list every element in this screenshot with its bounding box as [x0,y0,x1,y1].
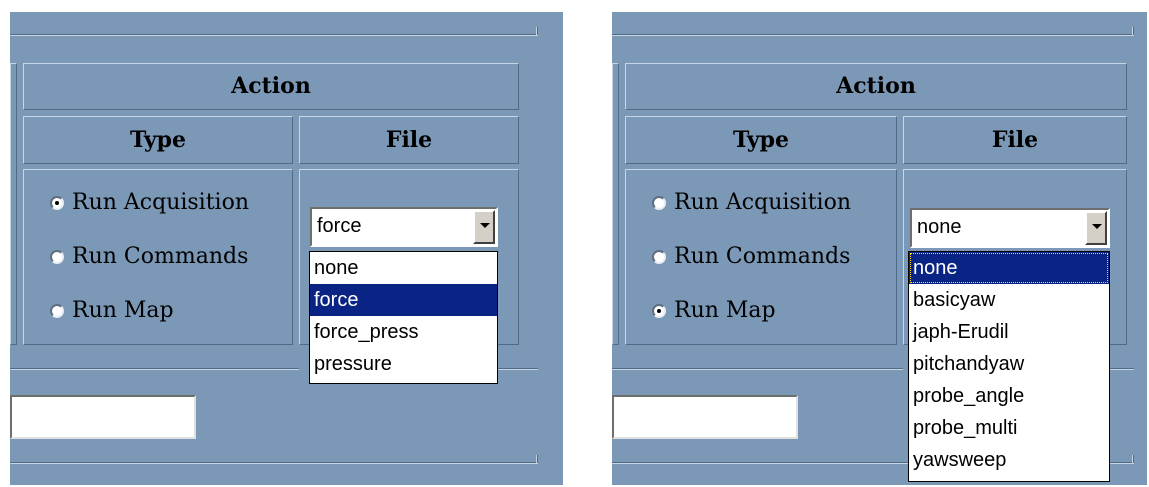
form-panel-right: Action Type File Run Acquisition Run Com… [612,12,1147,485]
file-select[interactable]: force [310,207,498,247]
filename-input[interactable] [10,395,196,439]
radio-run-commands[interactable]: Run Commands [50,244,248,269]
table-edge-cell [612,63,619,345]
file-dropdown-list[interactable]: none basicyaw japh-Erudil pitchandyaw pr… [908,251,1110,482]
radio-run-map[interactable]: Run Map [50,298,174,323]
radio-label: Run Commands [72,244,249,269]
divider [1132,27,1134,35]
type-header: Type [23,116,293,164]
type-cell: Run Acquisition Run Commands Run Map [625,169,897,345]
divider [536,455,538,463]
chevron-down-icon[interactable] [473,210,495,244]
radio-icon[interactable] [652,249,666,264]
type-header: Type [625,116,897,164]
divider [1110,462,1134,464]
dropdown-option[interactable]: none [310,252,497,284]
radio-label: Run Map [674,298,776,323]
dropdown-option[interactable]: force_press [310,316,497,348]
radio-icon[interactable] [50,303,64,318]
divider [10,368,299,370]
radio-label: Run Commands [674,244,851,269]
filename-input[interactable] [612,395,798,439]
dropdown-option[interactable]: japh-Erudil [909,316,1109,348]
divider [10,462,538,464]
radio-icon[interactable] [652,303,666,318]
divider [536,27,538,35]
dropdown-option[interactable]: yawsweep [909,444,1109,476]
divider [1110,368,1134,370]
chevron-down-icon[interactable] [1085,211,1107,245]
action-header: Action [23,63,519,110]
table-edge-cell [10,63,17,345]
dropdown-option[interactable]: pitchandyaw [909,348,1109,380]
file-dropdown-list[interactable]: none force force_press pressure [309,251,498,384]
divider [498,368,538,370]
divider [612,34,1134,36]
radio-icon[interactable] [652,195,666,210]
dropdown-option[interactable]: probe_angle [909,380,1109,412]
file-select-value: none [917,216,962,238]
action-header: Action [625,63,1127,110]
divider [10,34,538,36]
divider [1132,455,1134,463]
dropdown-option[interactable]: probe_multi [909,412,1109,444]
file-header: File [903,116,1127,164]
file-header: File [299,116,519,164]
radio-run-acquisition[interactable]: Run Acquisition [652,190,851,215]
radio-label: Run Acquisition [72,190,250,215]
dropdown-option[interactable]: pressure [310,348,497,380]
dropdown-option[interactable]: basicyaw [909,284,1109,316]
divider [612,368,903,370]
radio-label: Run Map [72,298,174,323]
radio-icon[interactable] [50,249,64,264]
radio-run-map[interactable]: Run Map [652,298,776,323]
radio-label: Run Acquisition [674,190,852,215]
divider [612,462,908,464]
file-select[interactable]: none [910,208,1110,248]
radio-run-commands[interactable]: Run Commands [652,244,850,269]
dropdown-option-selected[interactable]: force [310,284,497,316]
radio-icon[interactable] [50,195,64,210]
file-select-value: force [317,215,362,237]
type-cell: Run Acquisition Run Commands Run Map [23,169,293,345]
radio-run-acquisition[interactable]: Run Acquisition [50,190,249,215]
dropdown-option-selected[interactable]: none [909,252,1109,284]
form-panel-left: Action Type File Run Acquisition Run Com… [10,12,563,485]
